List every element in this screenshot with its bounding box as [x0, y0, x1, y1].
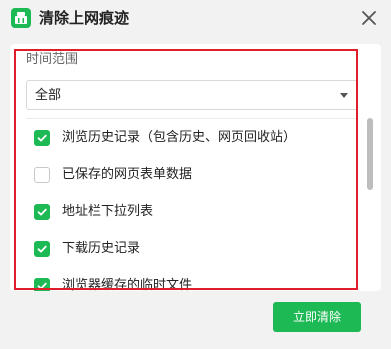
option-label: 地址栏下拉列表: [62, 204, 154, 219]
option-temp-files[interactable]: 浏览器缓存的临时文件: [34, 276, 354, 291]
option-label: 浏览历史记录（包含历史、网页回收站）: [62, 130, 297, 145]
option-download-history[interactable]: 下载历史记录: [34, 239, 354, 259]
option-browsing-history[interactable]: 浏览历史记录（包含历史、网页回收站）: [34, 128, 354, 148]
checkbox-checked-icon[interactable]: [34, 130, 50, 146]
checkbox-checked-icon[interactable]: [34, 278, 50, 291]
dialog-title: 清除上网痕迹: [39, 9, 130, 27]
app-brush-icon: [11, 8, 31, 28]
dialog-titlebar: 清除上网痕迹: [0, 0, 391, 36]
option-form-data[interactable]: 已保存的网页表单数据: [34, 165, 354, 185]
time-range-label: 时间范围: [26, 52, 79, 67]
clear-traces-dialog: 清除上网痕迹 时间范围 全部 浏览历史记录（包含历史、网页回收站） 已保存的网页…: [0, 0, 391, 349]
chevron-down-icon: [340, 93, 348, 98]
close-icon[interactable]: [359, 8, 379, 28]
clear-now-button[interactable]: 立即清除: [273, 302, 361, 332]
checkbox-checked-icon[interactable]: [34, 204, 50, 220]
time-range-select[interactable]: 全部: [26, 80, 358, 110]
scrollbar-thumb[interactable]: [367, 118, 373, 190]
option-label: 已保存的网页表单数据: [62, 167, 193, 182]
options-panel: 时间范围 全部 浏览历史记录（包含历史、网页回收站） 已保存的网页表单数据 地址…: [10, 44, 381, 291]
time-range-value: 全部: [35, 88, 62, 103]
option-address-bar[interactable]: 地址栏下拉列表: [34, 202, 354, 222]
option-label: 浏览器缓存的临时文件: [62, 278, 193, 291]
option-label: 下载历史记录: [62, 241, 141, 256]
divider: [26, 118, 358, 119]
checkbox-checked-icon[interactable]: [34, 241, 50, 257]
checkbox-unchecked-icon[interactable]: [34, 167, 50, 183]
